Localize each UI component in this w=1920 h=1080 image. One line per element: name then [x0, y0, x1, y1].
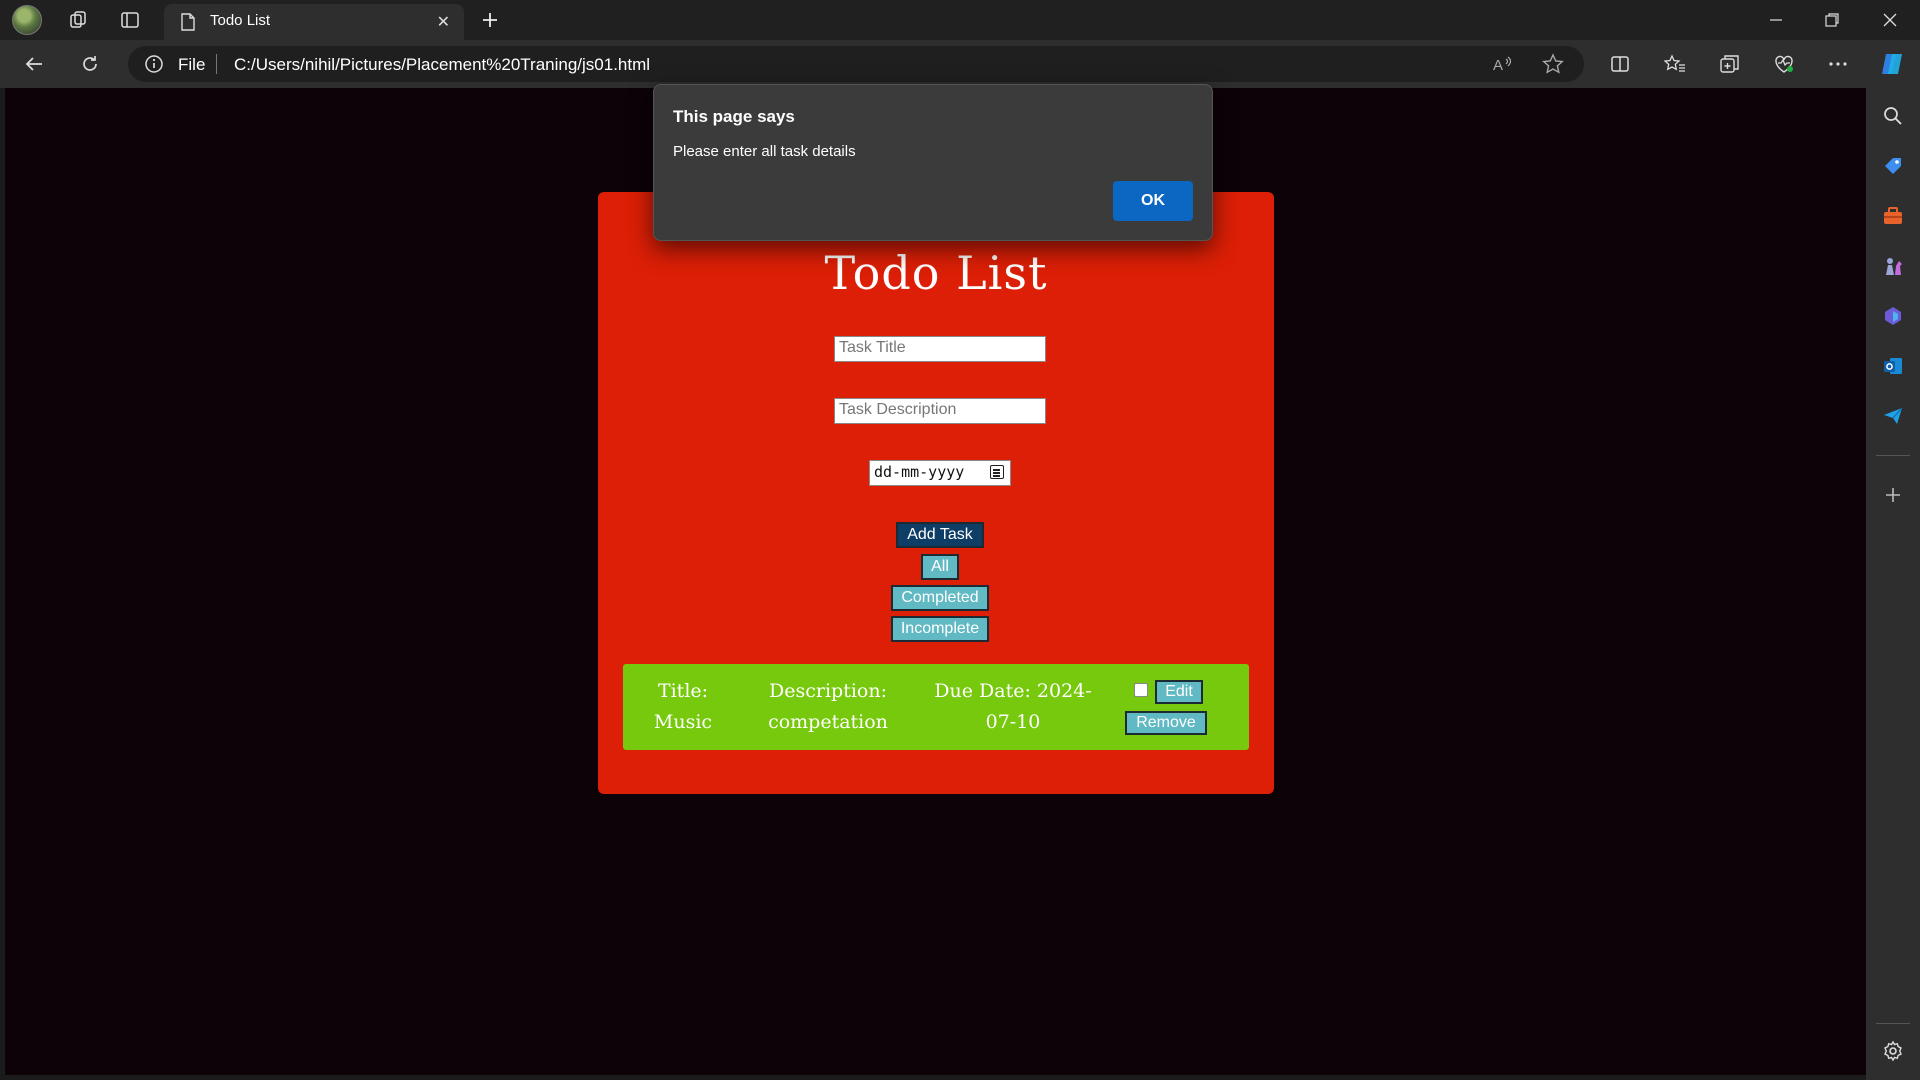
tab-label: Todo List [210, 12, 271, 29]
toolbox-icon[interactable] [1881, 204, 1905, 228]
add-icon[interactable] [1881, 483, 1905, 507]
copilot-icon[interactable] [1876, 48, 1908, 80]
filter-incomplete-button[interactable]: Incomplete [891, 616, 989, 642]
back-icon[interactable] [18, 48, 50, 80]
send-icon[interactable] [1881, 404, 1905, 428]
title-bar: Todo List ✕ [0, 0, 1920, 40]
task-title: Title: Music [653, 680, 713, 733]
browser-essentials-icon[interactable] [1768, 48, 1800, 80]
date-placeholder: dd-mm-yyyy [874, 463, 965, 481]
todo-card: Todo List Task Title Task Description dd… [598, 192, 1274, 794]
collections-icon[interactable] [1714, 48, 1746, 80]
settings-icon[interactable] [1881, 1039, 1905, 1063]
info-icon[interactable] [144, 54, 164, 79]
sidebar-divider-bottom [1876, 1023, 1910, 1024]
task-description-input[interactable]: Task Description [834, 398, 1046, 424]
browser-toolbar: File C:/Users/nihil/Pictures/Placement%2… [0, 40, 1920, 88]
workspaces-icon[interactable] [64, 6, 92, 34]
task-complete-checkbox[interactable] [1134, 683, 1148, 697]
new-tab-icon[interactable] [476, 6, 504, 34]
address-url[interactable]: C:/Users/nihil/Pictures/Placement%20Tran… [234, 55, 650, 75]
svg-text:A: A [1493, 57, 1503, 74]
refresh-icon[interactable] [74, 48, 106, 80]
profile-avatar[interactable] [12, 5, 42, 35]
task-item: Title: Music Description: competation Du… [623, 664, 1249, 750]
copilot-designer-icon[interactable] [1881, 304, 1905, 328]
close-tab-icon[interactable]: ✕ [437, 12, 450, 32]
minimize-icon[interactable] [1756, 6, 1796, 34]
address-bar[interactable]: File C:/Users/nihil/Pictures/Placement%2… [128, 46, 1584, 82]
address-scheme: File [178, 55, 206, 74]
due-date-input[interactable]: dd-mm-yyyy [869, 460, 1011, 486]
close-window-icon[interactable] [1870, 6, 1910, 34]
task-description: Description: competation [768, 680, 888, 733]
task-due-date: Due Date: 2024-07-10 [934, 680, 1092, 733]
page-title: Todo List [824, 246, 1048, 300]
dialog-message: Please enter all task details [673, 143, 856, 160]
filter-completed-button[interactable]: Completed [891, 585, 989, 611]
more-options-icon[interactable] [1822, 48, 1854, 80]
search-icon[interactable] [1881, 104, 1905, 128]
split-screen-icon[interactable] [1604, 48, 1636, 80]
edit-task-button[interactable]: Edit [1155, 680, 1203, 704]
restore-icon[interactable] [1812, 6, 1852, 34]
remove-task-button[interactable]: Remove [1125, 711, 1207, 735]
tag-icon[interactable] [1881, 154, 1905, 178]
tab-todo-list[interactable]: Todo List ✕ [164, 4, 464, 40]
page-icon [180, 13, 196, 36]
edge-sidebar [1866, 88, 1920, 1080]
filter-all-button[interactable]: All [921, 554, 959, 580]
vertical-tabs-icon[interactable] [116, 6, 144, 34]
task-title-input[interactable]: Task Title [834, 336, 1046, 362]
read-aloud-icon[interactable]: A [1492, 54, 1514, 79]
favorites-icon[interactable] [1659, 48, 1691, 80]
sidebar-divider [1876, 455, 1910, 456]
dialog-title: This page says [673, 107, 795, 126]
add-task-button[interactable]: Add Task [896, 522, 984, 548]
outlook-icon[interactable] [1881, 354, 1905, 378]
calendar-icon[interactable] [990, 465, 1004, 479]
address-divider [216, 54, 217, 74]
chess-icon[interactable] [1881, 254, 1905, 278]
alert-dialog: This page says Please enter all task det… [653, 84, 1213, 241]
ok-button[interactable]: OK [1113, 181, 1193, 221]
favorite-star-icon[interactable] [1542, 53, 1564, 80]
